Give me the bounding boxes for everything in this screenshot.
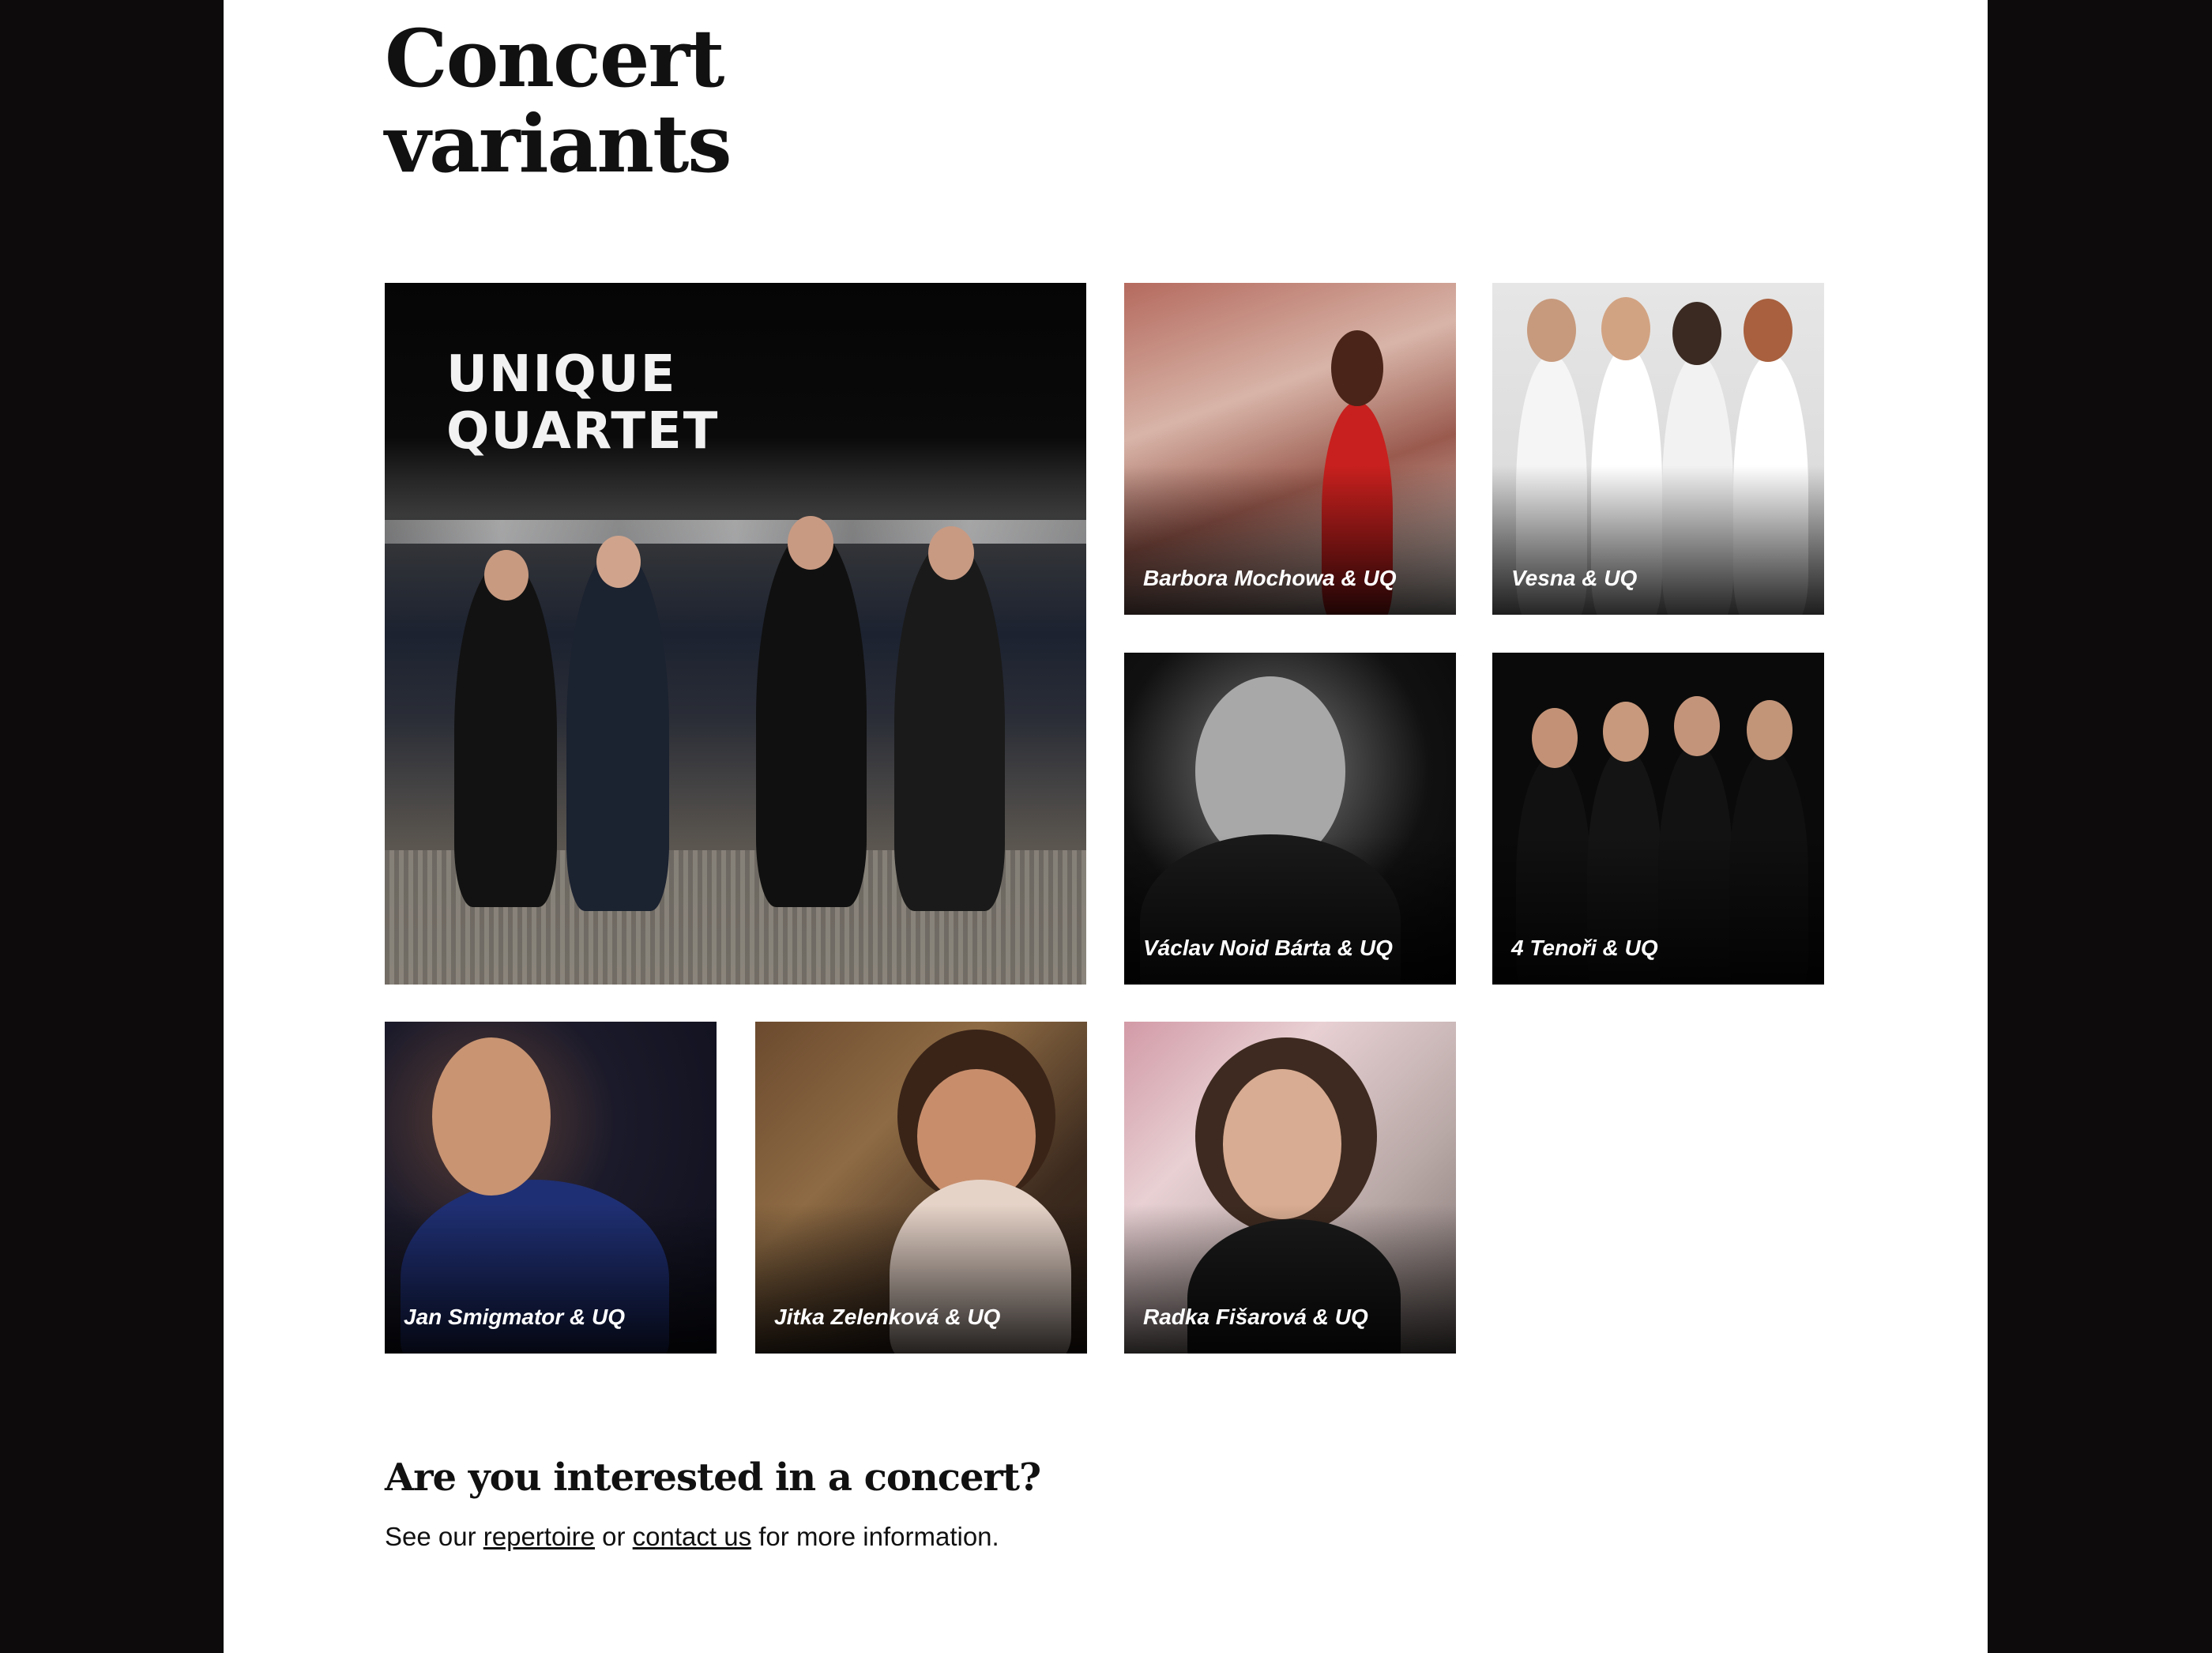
repertoire-link[interactable]: repertoire xyxy=(483,1522,595,1551)
singer-head xyxy=(1674,696,1720,756)
singer-head xyxy=(432,1037,551,1196)
page-title: Concert variants xyxy=(385,12,732,190)
contact-us-link[interactable]: contact us xyxy=(633,1522,751,1551)
musician-head xyxy=(788,516,833,570)
musician-head xyxy=(484,550,529,601)
tile-radka-fisarova[interactable]: Radka Fišarová & UQ xyxy=(1124,1022,1456,1354)
singer-head xyxy=(1672,302,1721,365)
tile-caption: Jan Smigmator & UQ xyxy=(404,1305,626,1329)
singer-head xyxy=(1331,330,1383,406)
tile-caption: Barbora Mochowa & UQ xyxy=(1143,566,1397,590)
musician-figure xyxy=(454,559,557,907)
tile-caption: Jitka Zelenková & UQ xyxy=(774,1305,1001,1329)
stage-lights xyxy=(385,520,1086,544)
tile-caption: 4 Tenoři & UQ xyxy=(1511,936,1658,960)
page-title-line2: variants xyxy=(385,97,732,190)
singer-head xyxy=(1601,297,1650,360)
cta-text: See our repertoire or contact us for mor… xyxy=(385,1522,999,1551)
tile-jan-smigmator[interactable]: Jan Smigmator & UQ xyxy=(385,1022,717,1354)
page-title-line1: Concert xyxy=(385,12,724,105)
musician-figure xyxy=(894,540,1005,911)
musician-head xyxy=(928,526,974,580)
tile-caption: Vesna & UQ xyxy=(1511,566,1638,590)
tile-4-tenori[interactable]: 4 Tenoři & UQ xyxy=(1492,653,1824,985)
singer-head xyxy=(1744,299,1793,362)
singer-head xyxy=(1532,708,1578,768)
tile-unique-quartet[interactable]: UNIQUE QUARTET xyxy=(385,283,1086,985)
tile-caption: Václav Noid Bárta & UQ xyxy=(1143,936,1393,960)
tile-jitka-zelenkova[interactable]: Jitka Zelenková & UQ xyxy=(755,1022,1087,1354)
musician-figure xyxy=(566,548,669,911)
unique-quartet-logo: UNIQUE QUARTET xyxy=(446,345,720,461)
cta-heading: Are you interested in a concert? xyxy=(385,1455,1041,1500)
singer-head xyxy=(1527,299,1576,362)
singer-head xyxy=(1747,700,1793,760)
singer-head xyxy=(1603,702,1649,762)
tile-caption: Radka Fišarová & UQ xyxy=(1143,1305,1368,1329)
musician-figure xyxy=(756,528,867,907)
tile-vesna[interactable]: Vesna & UQ xyxy=(1492,283,1824,615)
tile-barbora-mochowa[interactable]: Barbora Mochowa & UQ xyxy=(1124,283,1456,615)
page-content: Concert variants UNIQUE QUARTET Barbora … xyxy=(224,0,1988,1653)
musician-head xyxy=(596,536,641,588)
singer-head xyxy=(1223,1069,1341,1219)
tile-vaclav-noid-barta[interactable]: Václav Noid Bárta & UQ xyxy=(1124,653,1456,985)
